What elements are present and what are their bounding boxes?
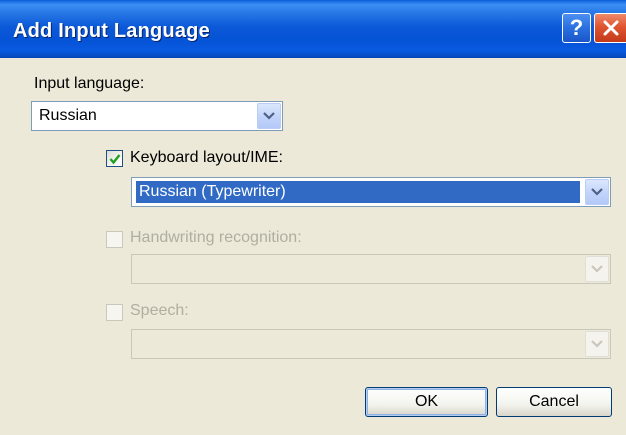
add-input-language-dialog: Add Input Language ? Input language: Rus… [0,0,626,435]
close-button[interactable] [594,13,626,43]
speech-dropdown[interactable] [131,329,611,359]
checkmark-icon [109,154,121,165]
speech-dropdown-button[interactable] [585,331,609,357]
chevron-down-icon [591,340,603,348]
cancel-button[interactable]: Cancel [496,387,612,417]
close-icon [603,20,618,36]
handwriting-value [136,258,580,280]
input-language-dropdown-button[interactable] [257,103,281,129]
input-language-dropdown[interactable]: Russian [31,101,283,131]
keyboard-layout-dropdown[interactable]: Russian (Typewriter) [131,177,611,207]
keyboard-layout-dropdown-button[interactable] [585,179,609,205]
handwriting-checkbox[interactable] [106,231,123,248]
input-language-label: Input language: [34,75,145,92]
ok-button[interactable]: OK [365,387,488,417]
speech-checkbox[interactable] [106,304,123,321]
keyboard-layout-checkbox[interactable] [106,150,123,167]
handwriting-dropdown-button[interactable] [585,256,609,282]
speech-value [136,333,580,355]
keyboard-layout-value: Russian (Typewriter) [136,181,580,203]
speech-label: Speech: [130,302,189,319]
chevron-down-icon [263,112,275,120]
chevron-down-icon [591,188,603,196]
help-button[interactable]: ? [562,13,591,43]
help-icon: ? [569,15,584,40]
title-bar[interactable]: Add Input Language ? [0,0,626,58]
chevron-down-icon [591,265,603,273]
keyboard-layout-label: Keyboard layout/IME: [130,149,283,166]
window-title: Add Input Language [13,20,210,42]
input-language-value: Russian [39,107,97,124]
handwriting-label: Handwriting recognition: [130,229,302,246]
handwriting-dropdown[interactable] [131,254,611,284]
